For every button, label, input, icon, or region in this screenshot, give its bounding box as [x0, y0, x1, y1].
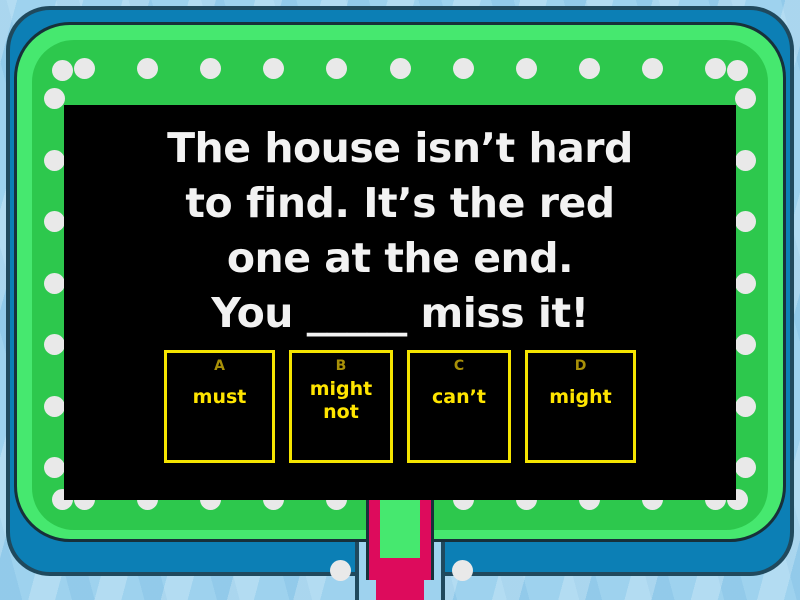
marquee-bulb	[52, 60, 73, 81]
answer-text-d: might	[549, 386, 612, 408]
answer-letter-c: C	[453, 358, 465, 374]
marquee-bulb	[515, 58, 537, 79]
answer-option-d[interactable]: D might	[525, 350, 636, 463]
question-screen: The house isn’t hard to find. It’s the r…	[64, 105, 736, 500]
quiz-stage: The house isn’t hard to find. It’s the r…	[0, 0, 800, 600]
marquee-bulb	[641, 58, 663, 79]
marquee-bulb	[44, 272, 65, 294]
marquee-bulb	[44, 457, 65, 478]
answer-option-b[interactable]: B might not	[289, 350, 393, 463]
marquee-bulb	[735, 149, 756, 171]
answer-letter-b: B	[335, 358, 347, 374]
question-text: The house isn’t hard to find. It’s the r…	[167, 124, 633, 337]
marquee-bulb	[137, 58, 159, 79]
marquee-bulb	[452, 560, 473, 581]
answer-text-a: must	[192, 386, 247, 408]
marquee-bulb	[578, 58, 600, 79]
marquee-bulb	[735, 334, 756, 355]
marquee-bulb	[735, 211, 756, 232]
answer-letter-a: A	[214, 358, 225, 374]
marquee-bulb	[44, 395, 65, 417]
marquee-bulb	[389, 58, 411, 79]
marquee-bulb	[330, 560, 351, 581]
marquee-bulb	[735, 395, 756, 417]
marquee-bulb	[705, 58, 726, 79]
answer-text-b: might not	[309, 378, 373, 423]
marquee-bulb	[44, 149, 65, 171]
answer-letter-d: D	[574, 358, 587, 374]
marquee-bulb	[735, 272, 756, 294]
marquee-bulb	[74, 58, 95, 79]
marquee-bulb	[44, 211, 65, 232]
marquee-bulb	[452, 58, 474, 79]
marquee-bulb	[44, 334, 65, 355]
answer-option-c[interactable]: C can’t	[407, 350, 511, 463]
answer-options-row: A must B might not C can’t D might	[64, 350, 736, 463]
answer-text-c: can’t	[432, 386, 486, 408]
marquee-bulb	[44, 88, 65, 109]
marquee-bulb	[727, 60, 748, 81]
marquee-bulb	[735, 88, 756, 109]
marquee-bulb	[735, 457, 756, 478]
answer-option-a[interactable]: A must	[164, 350, 275, 463]
